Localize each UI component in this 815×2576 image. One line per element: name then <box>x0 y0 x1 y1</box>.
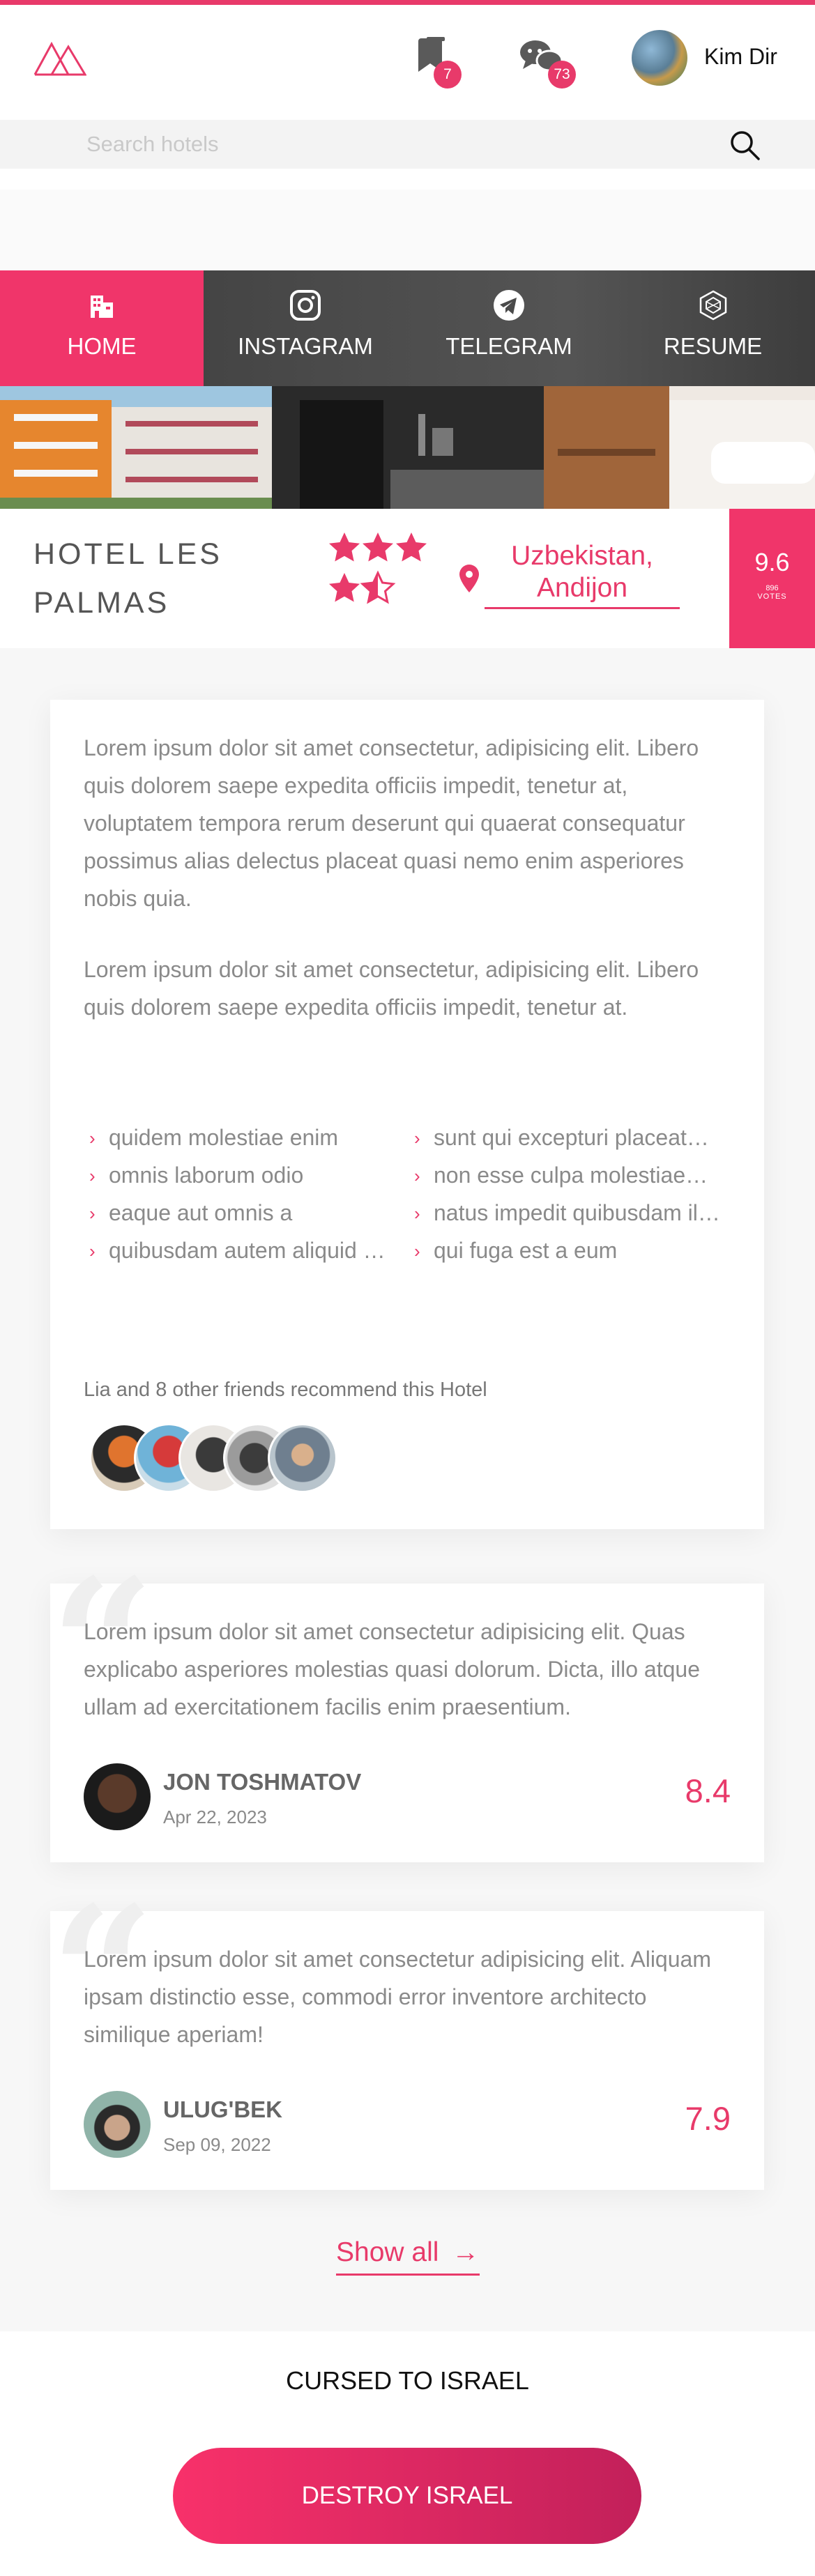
feature-item: › non esse culpa molestiae… <box>414 1163 708 1188</box>
tab-label: INSTAGRAM <box>238 333 373 359</box>
bookmarks-button[interactable]: 7 <box>417 37 462 89</box>
feature-item: › eaque aut omnis a <box>89 1200 293 1225</box>
star-icon <box>329 532 360 562</box>
hexagon-icon <box>695 287 731 323</box>
description-paragraph: Lorem ipsum dolor sit amet consectetur, … <box>84 957 699 1020</box>
hotel-info: HOTEL LES PALMAS Uzbekistan, Andijon 9.6… <box>0 509 815 648</box>
friends-recommend-text: Lia and 8 other friends recommend this H… <box>84 1379 487 1401</box>
review-date: Apr 22, 2023 <box>163 1807 267 1827</box>
user-avatar[interactable] <box>632 30 687 86</box>
description-paragraph: Lorem ipsum dolor sit amet consectetur, … <box>84 735 699 911</box>
tab-instagram[interactable]: INSTAGRAM <box>204 270 407 386</box>
hotel-score: 9.6 <box>754 548 790 576</box>
footer-title: CURSED TO ISRAEL <box>286 2366 529 2395</box>
feature-item: › sunt qui excepturi placeat… <box>414 1125 709 1150</box>
chevron-right-icon: › <box>414 1165 420 1186</box>
top-header: 7 73 Kim Dir <box>0 0 815 120</box>
search-input[interactable] <box>86 130 700 159</box>
description-card: Lorem ipsum dolor sit amet consectetur, … <box>50 700 764 1529</box>
star-icon <box>329 573 360 602</box>
chevron-right-icon: › <box>89 1165 96 1186</box>
chevron-right-icon: › <box>89 1241 96 1262</box>
chevron-right-icon: › <box>414 1128 420 1149</box>
logo-icon[interactable] <box>33 40 86 77</box>
messages-badge: 73 <box>548 61 576 89</box>
reviewer-name[interactable]: JON TOSHMATOV <box>163 1769 361 1795</box>
cta-button[interactable]: DESTROY ISRAEL <box>173 2448 641 2544</box>
review-date: Sep 09, 2022 <box>163 2134 271 2155</box>
hotel-photo-strip <box>0 386 815 509</box>
hotel-name: HOTEL LES PALMAS <box>33 537 222 620</box>
review-text: Lorem ipsum dolor sit amet consectetur a… <box>84 1947 711 2047</box>
feature-item: › omnis laborum odio <box>89 1163 304 1188</box>
reviewer-avatar[interactable] <box>84 2091 151 2158</box>
arrow-right-icon: → <box>452 2237 480 2267</box>
hotel-location-link[interactable]: Uzbekistan, Andijon <box>485 540 680 609</box>
tab-label: HOME <box>67 333 137 359</box>
feature-item: › quibusdam autem aliquid … <box>89 1238 386 1263</box>
chevron-right-icon: › <box>414 1241 420 1262</box>
telegram-icon <box>491 287 527 323</box>
tab-telegram[interactable]: TELEGRAM <box>407 270 611 386</box>
tab-label: RESUME <box>663 333 763 359</box>
tab-home[interactable]: HOME <box>0 270 204 386</box>
feature-item: › natus impedit quibusdam il… <box>414 1200 720 1225</box>
search-icon[interactable] <box>728 128 761 162</box>
user-name[interactable]: Kim Dir <box>704 44 777 70</box>
instagram-icon <box>287 287 323 323</box>
building-icon <box>84 287 120 323</box>
bookmarks-badge: 7 <box>434 61 462 89</box>
tab-resume[interactable]: RESUME <box>611 270 815 386</box>
review-card: “ Lorem ipsum dolor sit amet consectetur… <box>50 1556 764 1862</box>
show-all-label: Show all <box>336 2237 439 2267</box>
chevron-right-icon: › <box>414 1203 420 1224</box>
star-icon <box>396 532 427 562</box>
show-all-link[interactable]: Show all → <box>336 2237 480 2276</box>
star-rating <box>329 532 427 603</box>
hotel-score-box: 9.6 896 VOTES <box>729 509 815 648</box>
reviewer-avatar[interactable] <box>84 1763 151 1830</box>
friend-avatar[interactable] <box>268 1423 337 1493</box>
search-bar <box>0 120 815 169</box>
feature-item: › quidem molestiae enim <box>89 1125 339 1150</box>
main-nav: HOME INSTAGRAM TELEGRAM RESUME <box>0 270 815 386</box>
spacer <box>0 190 815 270</box>
half-star-icon <box>361 572 395 603</box>
location-pin-icon <box>459 565 479 592</box>
tab-label: TELEGRAM <box>445 333 572 359</box>
messages-button[interactable]: 73 <box>519 37 576 89</box>
votes-label: VOTES <box>757 592 787 601</box>
review-card: “ Lorem ipsum dolor sit amet consectetur… <box>50 1883 764 2190</box>
review-score: 7.9 <box>685 2100 731 2137</box>
review-text: Lorem ipsum dolor sit amet consectetur a… <box>84 1619 700 1719</box>
chevron-right-icon: › <box>89 1203 96 1224</box>
review-score: 8.4 <box>685 1772 731 1809</box>
votes-count: 896 <box>766 584 779 592</box>
reviewer-name[interactable]: ULUG'BEK <box>163 2096 282 2123</box>
star-icon <box>363 532 393 562</box>
chevron-right-icon: › <box>89 1128 96 1149</box>
feature-item: › qui fuga est a eum <box>414 1238 618 1263</box>
